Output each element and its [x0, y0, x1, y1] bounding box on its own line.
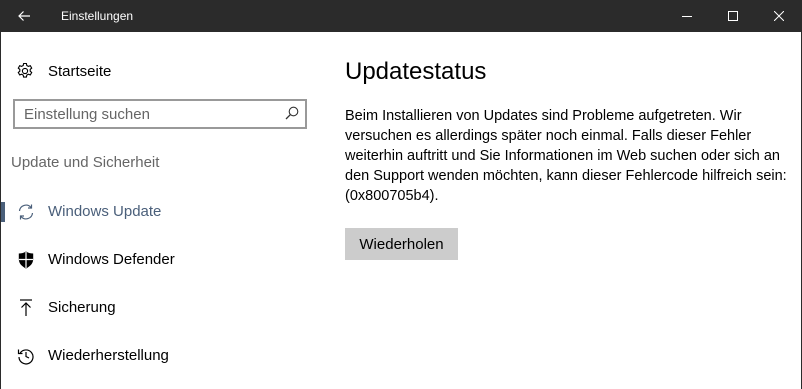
- sidebar-item-label: Windows Defender: [48, 251, 175, 268]
- backup-arrow-icon: [16, 298, 36, 318]
- shield-icon: [16, 250, 36, 270]
- sidebar-item-label: Windows Update: [48, 203, 162, 220]
- home-label: Startseite: [48, 62, 112, 80]
- retry-button[interactable]: Wiederholen: [345, 228, 458, 260]
- home-link[interactable]: Startseite: [15, 60, 111, 82]
- sidebar-item-windows-defender[interactable]: Windows Defender: [1, 240, 321, 280]
- sidebar-item-sicherung[interactable]: Sicherung: [1, 288, 321, 328]
- maximize-icon: [728, 11, 738, 21]
- search-input[interactable]: [24, 104, 274, 124]
- sync-icon: [16, 202, 36, 222]
- history-icon: [16, 346, 36, 366]
- minimize-icon: [682, 16, 692, 17]
- window-title: Einstellungen: [61, 9, 134, 23]
- sidebar-item-label: Sicherung: [48, 299, 116, 316]
- sidebar-item-label: Wiederherstellung: [48, 347, 169, 364]
- sidebar: Startseite Update und Sicherheit Windows: [1, 32, 321, 389]
- page-title: Updatestatus: [345, 58, 487, 85]
- error-message: Beim Installieren von Updates sind Probl…: [345, 108, 787, 204]
- section-label: Update und Sicherheit: [11, 154, 160, 171]
- gear-icon: [15, 61, 35, 81]
- sidebar-item-wiederherstellung[interactable]: Wiederherstellung: [1, 336, 321, 376]
- search-icon[interactable]: [285, 106, 299, 122]
- active-indicator: [1, 202, 5, 222]
- close-button[interactable]: [756, 0, 802, 32]
- back-arrow-icon: [18, 11, 30, 21]
- maximize-button[interactable]: [710, 0, 756, 32]
- search-box[interactable]: [13, 99, 307, 129]
- sidebar-item-windows-update[interactable]: Windows Update: [1, 192, 321, 232]
- title-bar: Einstellungen: [0, 0, 802, 32]
- close-icon: [774, 11, 784, 21]
- back-button[interactable]: [0, 0, 48, 32]
- minimize-button[interactable]: [664, 0, 710, 32]
